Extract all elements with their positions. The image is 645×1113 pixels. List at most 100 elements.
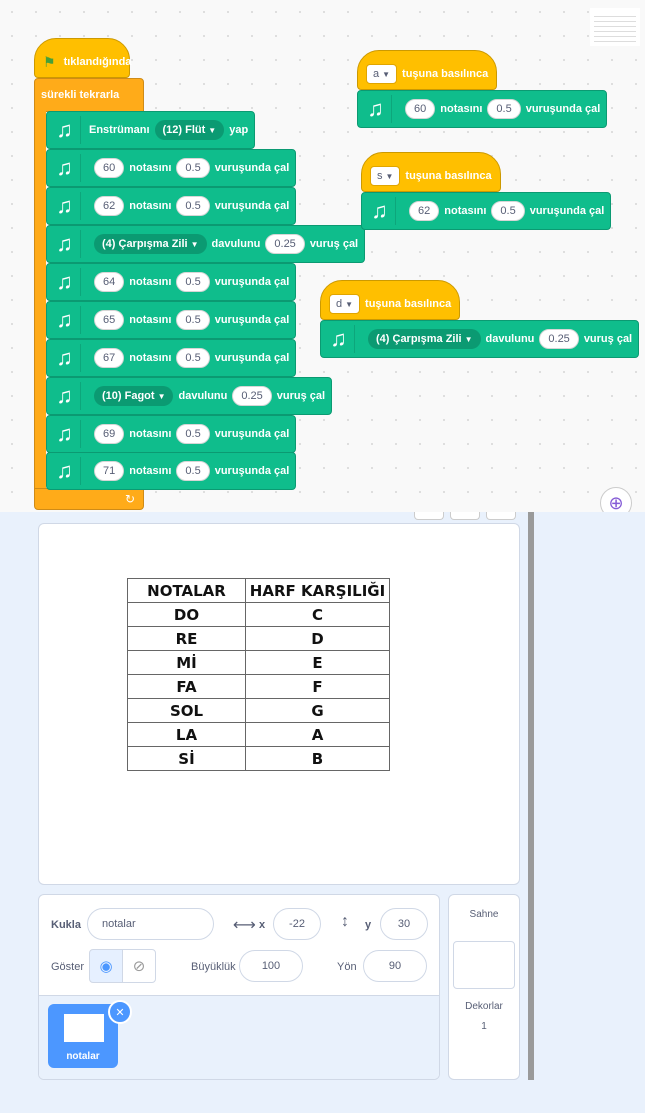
table-row: DO C [127,602,390,627]
forever-block-arm [34,111,46,489]
letter-cell: E [245,650,390,675]
note-cell: RE [127,626,246,651]
table-header: NOTALAR [127,578,246,603]
beats-input[interactable]: 0.25 [232,386,272,406]
letter-cell: C [245,602,390,627]
sprite-name-input[interactable]: notalar [87,908,214,940]
zoom-in-button[interactable]: ⊕ [600,487,632,512]
note-cell: SOL [127,698,246,723]
x-label: x [259,919,266,931]
notes-table: NOTALAR HARF KARŞILIĞI DO C RE D Mİ E FA F S… [127,578,390,771]
drum-dropdown[interactable]: (4) Çarpışma Zili ▼ [368,329,481,349]
play-note-block[interactable]: ♫ 60 notasını 0.5 vuruşunda çal [357,90,608,128]
hide-sprite-button[interactable]: ⊘ [122,949,156,983]
note-input[interactable]: 71 [94,461,125,481]
play-note-block[interactable]: ♫ 62 notasını 0.5 vuruşunda çal [46,187,297,225]
beats-input[interactable]: 0.5 [487,99,521,119]
table-row: SOL G [127,698,390,723]
drum-dropdown[interactable]: (10) Fagot ▼ [94,386,174,406]
beats-input[interactable]: 0.5 [176,158,210,178]
instrument-dropdown[interactable]: (12) Flüt ▼ [154,120,225,140]
beats-input[interactable]: 0.25 [265,234,305,254]
music-notes-icon: ♫ [53,192,81,220]
code-area[interactable]: ⚑ tıklandığında sürekli tekrarla ↻ ♫ Ens… [0,0,645,512]
play-drum-block[interactable]: ♫ (4) Çarpışma Zili ▼ davulunu 0.25 vuruş… [320,320,640,358]
x-position-input[interactable]: -22 [273,908,321,940]
eye-icon: ◉ [99,958,113,975]
stage[interactable]: NOTALAR HARF KARŞILIĞI DO C RE D Mİ E FA F S… [38,523,520,885]
music-notes-icon: ♫ [53,457,81,485]
when-key-pressed-block[interactable]: d ▼ tuşuna basılınca [320,280,461,320]
delete-sprite-button[interactable]: ✕ [108,1000,132,1024]
stage-target-panel[interactable]: Sahne Dekorlar 1 [448,894,520,1080]
note-input[interactable]: 62 [409,201,440,221]
music-notes-icon: ♫ [364,95,392,123]
sprite-thumbnail [64,1014,104,1042]
note-input[interactable]: 60 [405,99,436,119]
drum-dropdown[interactable]: (4) Çarpışma Zili ▼ [94,234,207,254]
music-notes-icon: ♫ [53,230,81,258]
sprite-label: Kukla [51,919,81,931]
note-input[interactable]: 65 [94,310,125,330]
play-note-block[interactable]: ♫ 67 notasını 0.5 vuruşunda çal [46,339,297,377]
direction-label: Yön [337,961,357,973]
sprite-tile-name: notalar [66,1051,100,1062]
play-note-block[interactable]: ♫ 62 notasını 0.5 vuruşunda çal [361,192,612,230]
stage-mode-button[interactable] [450,512,480,520]
caret-down-icon: ▼ [464,335,473,344]
letter-cell: D [245,626,390,651]
note-cell: Mİ [127,650,246,675]
play-drum-block[interactable]: ♫ (10) Fagot ▼ davulunu 0.25 vuruş çal [46,377,333,415]
beats-input[interactable]: 0.5 [176,272,210,292]
beats-input[interactable]: 0.5 [176,310,210,330]
show-label: Göster [51,961,85,973]
music-notes-icon: ♫ [53,344,81,372]
caret-down-icon: ▼ [157,392,166,401]
y-label: y [365,919,372,931]
letter-cell: B [245,746,390,771]
note-input[interactable]: 67 [94,348,125,368]
beats-input[interactable]: 0.5 [176,348,210,368]
sprite-tile-notalar[interactable]: notalar ✕ [48,1000,132,1068]
y-position-input[interactable]: 30 [380,908,428,940]
play-note-block[interactable]: ♫ 60 notasını 0.5 vuruşunda çal [46,149,297,187]
beats-input[interactable]: 0.5 [176,196,210,216]
show-sprite-button[interactable]: ◉ [89,949,123,983]
caret-down-icon: ▼ [190,240,199,249]
beats-input[interactable]: 0.25 [539,329,579,349]
music-notes-icon: ♫ [53,268,81,296]
when-key-pressed-block[interactable]: s ▼ tuşuna basılınca [361,152,501,192]
play-drum-block[interactable]: ♫ (4) Çarpışma Zili ▼ davulunu 0.25 vuruş… [46,225,366,263]
size-input[interactable]: 100 [239,950,303,982]
play-note-block[interactable]: ♫ 65 notasını 0.5 vuruşunda çal [46,301,297,339]
caret-down-icon: ▼ [208,126,217,135]
note-input[interactable]: 62 [94,196,125,216]
table-row: Mİ E [127,650,390,675]
set-instrument-block[interactable]: ♫ Enstrümanı (12) Flüt ▼ yap [46,111,256,149]
key-dropdown[interactable]: d ▼ [329,294,361,314]
when-flag-clicked-block[interactable]: ⚑ tıklandığında [34,38,131,78]
direction-input[interactable]: 90 [363,950,427,982]
beats-input[interactable]: 0.5 [176,461,210,481]
play-note-block[interactable]: ♫ 69 notasını 0.5 vuruşunda çal [46,415,297,453]
key-dropdown[interactable]: s ▼ [370,166,401,186]
sprite-info-panel: Kukla notalar ⟷ x -22 ↕ y 30 Göster ◉ ⊘ … [38,894,440,1080]
forever-block-bottom: ↻ [34,488,144,510]
note-input[interactable]: 60 [94,158,125,178]
music-notes-icon: ♫ [53,306,81,334]
forever-block[interactable]: sürekli tekrarla [34,78,144,112]
when-key-pressed-block[interactable]: a ▼ tuşuna basılınca [357,50,498,90]
beats-input[interactable]: 0.5 [176,424,210,444]
letter-cell: G [245,698,390,723]
play-note-block[interactable]: ♫ 71 notasını 0.5 vuruşunda çal [46,452,297,490]
stage-mode-button[interactable] [414,512,444,520]
note-input[interactable]: 69 [94,424,125,444]
play-note-block[interactable]: ♫ 64 notasını 0.5 vuruşunda çal [46,263,297,301]
caret-down-icon: ▼ [345,300,354,309]
vertical-arrows-icon: ↕ [341,913,349,930]
note-input[interactable]: 64 [94,272,125,292]
key-dropdown[interactable]: a ▼ [366,64,398,84]
beats-input[interactable]: 0.5 [491,201,525,221]
fullscreen-button[interactable] [486,512,516,520]
green-flag-icon: ⚑ [43,53,56,70]
